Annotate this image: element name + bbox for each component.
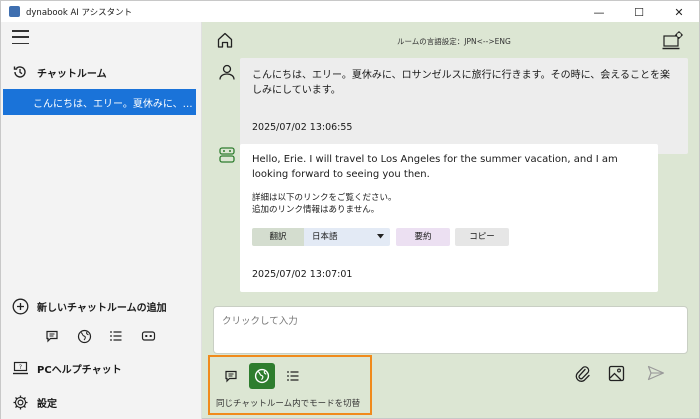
bot-message-text: Hello, Erie. I will travel to Los Angele… — [252, 154, 618, 180]
laptop-help-icon: ? — [11, 359, 29, 377]
app-icon — [9, 6, 20, 17]
bot-message-timestamp: 2025/07/02 13:07:01 — [252, 269, 353, 280]
svg-text:?: ? — [18, 364, 21, 371]
chat-icon[interactable] — [43, 327, 61, 345]
bot-note: 詳細は以下のリンクをご覧ください。 追加のリンク情報はありません。 — [252, 192, 646, 216]
room-language-setting: ルームの言語設定：JPN<-->ENG — [397, 37, 511, 46]
send-icon[interactable] — [646, 363, 666, 383]
sidebar-mode-icons — [43, 327, 157, 345]
translate-language-value: 日本語 — [312, 231, 338, 242]
close-button[interactable]: ✕ — [659, 1, 699, 23]
user-message-text: こんにちは、エリー。夏休みに、ロサンゼルスに旅行に行きます。その時に、会えること… — [252, 70, 670, 96]
globe-mode-icon[interactable] — [249, 363, 275, 389]
settings-button[interactable]: 設定 — [1, 389, 203, 415]
history-icon — [11, 63, 29, 81]
mode-switch-icons — [218, 363, 306, 389]
minimize-button[interactable]: — — [579, 1, 619, 23]
plus-circle-icon — [11, 297, 29, 315]
user-message-timestamp: 2025/07/02 13:06:55 — [252, 122, 353, 133]
chevron-down-icon — [377, 230, 384, 245]
mode-switch-area: 同じチャットルーム内でモードを切替 — [208, 355, 372, 415]
message-input-placeholder: クリックして入力 — [222, 316, 298, 327]
home-icon[interactable] — [216, 31, 234, 49]
copy-button[interactable]: コピー — [455, 228, 509, 246]
bot-message: Hello, Erie. I will travel to Los Angele… — [240, 144, 658, 292]
gear-icon — [11, 393, 29, 411]
sidebar-chat-room-header: チャットルーム — [1, 59, 203, 85]
translate-button[interactable]: 翻訳 — [252, 228, 304, 246]
add-room-button[interactable]: 新しいチャットルームの追加 — [1, 293, 203, 319]
message-input[interactable]: クリックして入力 — [213, 306, 688, 354]
paperclip-icon[interactable] — [572, 363, 592, 383]
summary-button[interactable]: 要約 — [396, 228, 450, 246]
user-message: こんにちは、エリー。夏休みに、ロサンゼルスに旅行に行きます。その時に、会えること… — [240, 58, 688, 154]
pc-help-chat-button[interactable]: ? PCヘルプチャット — [1, 355, 203, 381]
bot-note-line-1: 詳細は以下のリンクをご覧ください。 — [252, 193, 397, 203]
chat-mode-icon[interactable] — [218, 363, 244, 389]
hamburger-menu-icon[interactable] — [12, 30, 29, 44]
bot-message-actions: 翻訳 日本語 要約 コピー — [252, 228, 509, 246]
bot-avatar-icon — [218, 146, 236, 164]
list-icon[interactable] — [107, 327, 125, 345]
window-title: dynabook AI アシスタント — [26, 7, 133, 18]
window-controls: — ☐ ✕ — [579, 1, 699, 23]
pc-help-label: PCヘルプチャット — [37, 364, 122, 376]
title-bar: dynabook AI アシスタント — ☐ ✕ — [0, 0, 700, 22]
chat-room-label: チャットルーム — [37, 68, 107, 80]
pc-settings-icon[interactable] — [662, 30, 684, 52]
bot-note-line-2: 追加のリンク情報はありません。 — [252, 205, 380, 215]
sidebar-room-item[interactable]: こんにちは、エリー。夏休みに、… — [3, 89, 196, 115]
sidebar: チャットルーム こんにちは、エリー。夏休みに、… 新しいチャットルームの追加 ?… — [0, 22, 202, 419]
maximize-button[interactable]: ☐ — [619, 1, 659, 23]
translate-language-select[interactable]: 日本語 — [304, 228, 390, 246]
settings-label: 設定 — [37, 398, 57, 410]
chat-main-area: ルームの言語設定：JPN<-->ENG こんにちは、エリー。夏休みに、ロサンゼル… — [202, 22, 700, 419]
mode-switch-caption: 同じチャットルーム内でモードを切替 — [216, 399, 361, 409]
user-avatar-icon — [218, 63, 236, 81]
input-tools — [572, 363, 666, 383]
image-icon[interactable] — [606, 363, 626, 383]
list-mode-icon[interactable] — [280, 363, 306, 389]
globe-icon[interactable] — [75, 327, 93, 345]
robot-icon[interactable] — [139, 327, 157, 345]
add-room-label: 新しいチャットルームの追加 — [37, 302, 167, 314]
